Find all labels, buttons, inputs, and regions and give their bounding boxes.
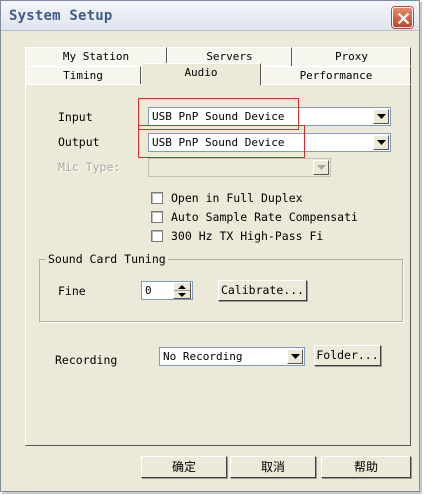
output-dropdown-button[interactable] — [373, 135, 389, 150]
recording-dropdown[interactable]: No Recording — [159, 347, 305, 366]
close-icon — [397, 12, 410, 25]
auto-sample-rate-checkbox[interactable] — [151, 211, 163, 223]
chevron-up-icon — [178, 285, 186, 289]
output-label: Output — [58, 135, 100, 149]
system-setup-dialog: System Setup My Station Servers Proxy Ti… — [0, 0, 420, 492]
help-button[interactable]: 帮助 — [321, 456, 411, 478]
tx-high-pass-label: 300 Hz TX High-Pass Fi — [171, 229, 324, 243]
mic-type-label: Mic Type: — [58, 160, 121, 174]
output-device-value: USB PnP Sound Device — [152, 136, 285, 149]
spin-down-button[interactable] — [174, 291, 190, 299]
input-dropdown-button[interactable] — [373, 109, 389, 124]
close-button[interactable] — [392, 7, 413, 28]
full-duplex-checkbox[interactable] — [151, 192, 163, 204]
tab-audio[interactable]: Audio — [141, 63, 261, 85]
tx-high-pass-checkbox[interactable] — [151, 230, 163, 242]
recording-value: No Recording — [163, 350, 243, 363]
ok-button[interactable]: 确定 — [141, 456, 227, 478]
cancel-button[interactable]: 取消 — [230, 456, 316, 478]
spin-up-button[interactable] — [174, 283, 190, 291]
fine-value: 0 — [145, 284, 152, 297]
tab-performance[interactable]: Performance — [261, 66, 411, 85]
chevron-down-icon — [377, 114, 386, 119]
chevron-down-icon — [291, 354, 300, 359]
fine-spinner[interactable] — [173, 282, 191, 299]
output-device-dropdown[interactable]: USB PnP Sound Device — [148, 133, 391, 152]
mic-type-dropdown-button[interactable] — [313, 160, 329, 175]
chevron-down-icon — [377, 140, 386, 145]
full-duplex-label: Open in Full Duplex — [171, 191, 303, 205]
tab-proxy[interactable]: Proxy — [292, 47, 411, 66]
input-label: Input — [58, 110, 93, 124]
chevron-down-icon — [317, 165, 326, 170]
auto-sample-rate-label: Auto Sample Rate Compensati — [171, 210, 358, 224]
sound-card-tuning-title: Sound Card Tuning — [46, 252, 168, 266]
mic-type-dropdown[interactable] — [148, 158, 331, 177]
calibrate-button[interactable]: Calibrate... — [218, 280, 307, 301]
title-bar[interactable]: System Setup — [1, 1, 419, 31]
tab-timing[interactable]: Timing — [25, 66, 141, 85]
fine-value-field[interactable]: 0 — [141, 281, 193, 300]
recording-label: Recording — [55, 353, 118, 367]
folder-button[interactable]: Folder... — [314, 345, 381, 366]
input-device-value: USB PnP Sound Device — [152, 110, 285, 123]
input-device-dropdown[interactable]: USB PnP Sound Device — [148, 107, 391, 126]
fine-label: Fine — [58, 284, 86, 298]
chevron-down-icon — [178, 292, 186, 297]
window-title: System Setup — [9, 8, 113, 24]
recording-dropdown-button[interactable] — [287, 349, 303, 364]
